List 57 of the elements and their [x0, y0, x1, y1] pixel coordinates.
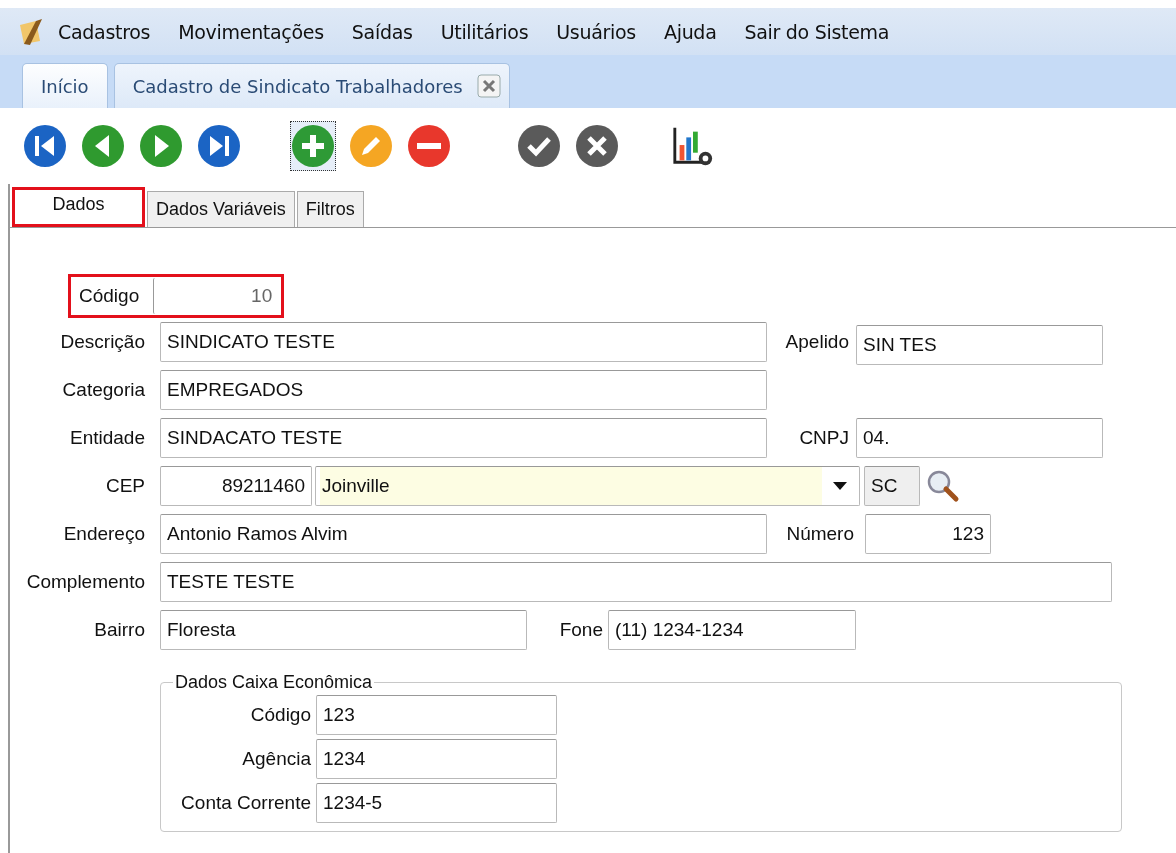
- document-tab[interactable]: Cadastro de Sindicato Trabalhadores: [113, 63, 510, 108]
- menu-item[interactable]: Ajuda: [663, 20, 717, 43]
- field-label: Categoria: [61, 379, 146, 401]
- field-label: Fone: [558, 619, 604, 641]
- input-field[interactable]: 1234-5: [316, 783, 557, 823]
- menu-item[interactable]: Sair do Sistema: [744, 20, 890, 43]
- delete-icon: [407, 124, 451, 168]
- toolbar-button[interactable]: [290, 121, 336, 171]
- menu-item[interactable]: Saídas: [351, 20, 413, 43]
- state-field: SC: [864, 466, 920, 506]
- form-tab[interactable]: Filtros: [296, 191, 364, 227]
- input-field[interactable]: Floresta: [160, 610, 527, 650]
- input-field[interactable]: SINDICATO TESTE: [160, 322, 767, 362]
- input-field[interactable]: 04.: [856, 418, 1103, 458]
- field-label: Conta Corrente: [180, 792, 312, 814]
- field-label: Bairro: [93, 619, 146, 641]
- field-label: Apelido: [784, 331, 850, 353]
- cancel-icon: [575, 124, 619, 168]
- confirm-icon: [517, 124, 561, 168]
- group-title: Dados Caixa Econômica: [174, 672, 374, 693]
- last-record-icon: [197, 124, 241, 168]
- field-label: Endereço: [62, 523, 146, 545]
- input-field[interactable]: 1234: [316, 739, 557, 779]
- field-label: Descrição: [59, 331, 146, 353]
- menu-item[interactable]: Movimentações: [178, 20, 324, 43]
- form-tab[interactable]: Dados Variáveis: [147, 191, 295, 227]
- close-icon[interactable]: [476, 74, 501, 98]
- input-field[interactable]: Antonio Ramos Alvim: [160, 514, 767, 554]
- next-record-icon: [139, 124, 183, 168]
- input-field[interactable]: SIN TES: [856, 325, 1103, 365]
- input-field[interactable]: SINDACATO TESTE: [160, 418, 767, 458]
- menu-item[interactable]: Cadastros: [58, 20, 151, 43]
- input-field[interactable]: TESTE TESTE: [160, 562, 1112, 602]
- menu-item[interactable]: Utilitários: [440, 20, 529, 43]
- field-label: CEP: [104, 475, 146, 497]
- first-record-icon: [23, 124, 67, 168]
- form-tab[interactable]: Dados: [12, 187, 145, 227]
- input-field[interactable]: 123: [865, 514, 991, 554]
- input-field[interactable]: (11) 1234-1234: [608, 610, 856, 650]
- input-field[interactable]: 123: [316, 695, 557, 735]
- field-label: Entidade: [69, 427, 146, 449]
- caret-icon: [833, 482, 847, 490]
- menu-item[interactable]: Usuários: [556, 20, 636, 43]
- previous-record-icon: [81, 124, 125, 168]
- field-label: Complemento: [25, 571, 146, 593]
- edit-icon: [349, 124, 393, 168]
- field-label: Agência: [241, 748, 312, 770]
- add-icon: [291, 124, 335, 168]
- field-label: Código: [249, 704, 312, 726]
- field-label: CNPJ: [798, 427, 850, 449]
- document-tab[interactable]: Início: [22, 63, 108, 108]
- search-icon[interactable]: [926, 469, 960, 503]
- field-label: Número: [785, 523, 855, 545]
- input-field[interactable]: EMPREGADOS: [160, 370, 767, 410]
- input-field[interactable]: 89211460: [160, 466, 312, 506]
- field-label: Código: [79, 285, 141, 307]
- city-dropdown[interactable]: Joinville: [315, 466, 860, 506]
